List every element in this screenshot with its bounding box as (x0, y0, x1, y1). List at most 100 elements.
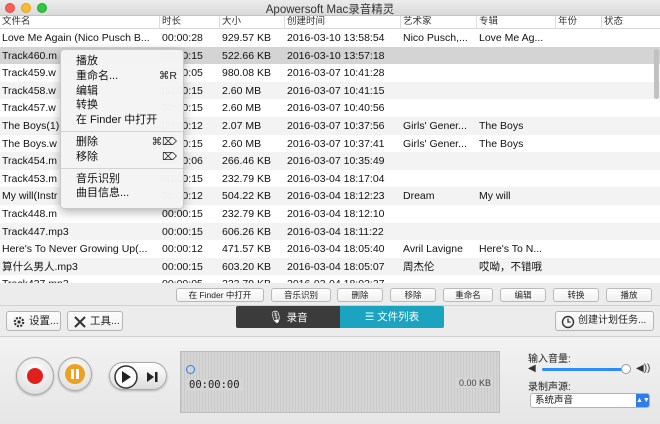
clock-icon (561, 315, 575, 329)
table-cell: 471.57 KB (222, 243, 272, 256)
rename-button[interactable]: 重命名 (443, 288, 493, 302)
table-cell: 2016-03-07 10:35:49 (287, 155, 385, 168)
menu-item-label: 曲目信息... (76, 187, 130, 200)
context-menu-item[interactable]: 播放 (61, 54, 183, 69)
audio-source-select[interactable]: 系统声音 ▲▼ (530, 393, 650, 408)
tools-label: 工具... (90, 315, 120, 327)
table-cell: 2016-03-10 13:58:54 (287, 32, 385, 44)
table-cell: 2016-03-07 10:40:56 (287, 102, 385, 115)
tab-record[interactable]: 🎙 录音 (236, 306, 340, 328)
table-cell: Love Me Again (Nico Pusch B... (2, 32, 150, 44)
column-header-name[interactable]: 文件名 (0, 16, 160, 29)
table-row[interactable]: Love Me Again (Nico Pusch B... 00:00:28 92… (0, 29, 660, 47)
record-icon (27, 368, 43, 384)
column-header-duration[interactable]: 时长 (160, 16, 220, 29)
table-cell: 504.22 KB (222, 190, 272, 203)
table-row[interactable]: Track447.mp3 00:00:15 606.26 KB 2016-03-04 … (0, 222, 660, 241)
context-menu-item[interactable]: 删除 ⌘⌦ (61, 135, 183, 150)
context-menu: 播放 重命名... ⌘R 编辑 转换在 Finder 中打开 删除 ⌘⌦ 移除 ⌦ 音乐识别曲目信… (60, 49, 184, 209)
table-cell: 2016-03-07 10:37:56 (287, 120, 385, 132)
menu-item-label: 音乐识别 (76, 172, 120, 185)
volume-low-icon: ◀ (528, 363, 536, 374)
context-menu-item[interactable]: 重命名... ⌘R (61, 69, 183, 84)
table-cell: 00:00:05 (162, 277, 220, 283)
table-cell: 00:00:28 (162, 32, 203, 44)
table-cell: Track448.m (2, 208, 58, 220)
context-menu-item[interactable]: 音乐识别 (61, 172, 183, 187)
table-cell: 980.08 KB (222, 67, 272, 80)
table-cell: 哎呦，不错哦 (479, 260, 542, 273)
volume-high-icon: ◀)) (636, 363, 651, 374)
tools-button[interactable]: 工具... (67, 311, 123, 331)
volume-slider[interactable] (542, 364, 631, 374)
table-row[interactable]: Track437.mp300:00:05232.79 KB2016-03-04 … (0, 275, 660, 283)
pause-icon (65, 364, 85, 384)
music-recognition-button[interactable]: 音乐识别 (271, 288, 331, 302)
table-cell: 603.20 KB (222, 260, 272, 273)
column-header-created[interactable]: 创建时间 (285, 16, 401, 29)
table-scrollbar[interactable] (652, 29, 660, 283)
table-cell: 2016-03-07 10:37:41 (287, 137, 385, 150)
table-cell: Here's To Never Growing Up(... (2, 243, 148, 256)
table-cell: 522.66 KB (222, 49, 272, 62)
table-cell: 2016-03-04 18:03:37 (287, 277, 399, 283)
column-header-year[interactable]: 年份 (556, 16, 602, 29)
play-skip-control[interactable] (109, 362, 167, 390)
table-cell: 00:00:15 (162, 208, 203, 220)
play-button[interactable]: 播放 (606, 288, 652, 302)
tab-record-label: 录音 (286, 312, 308, 324)
record-button[interactable] (16, 357, 54, 395)
table-cell: 232.79 KB (222, 172, 272, 185)
table-cell: 2.60 MB (222, 137, 262, 150)
schedule-task-button[interactable]: 创建计划任务... (555, 311, 654, 331)
table-header: 文件名 时长 大小 创建时间 艺术家 专辑 年份 状态 (0, 16, 660, 29)
delete-button[interactable]: 删除 (337, 288, 383, 302)
table-row[interactable]: Here's To Never Growing Up(... 00:00:12 47… (0, 240, 660, 258)
table-cell: 2.60 MB (222, 102, 262, 115)
edit-button[interactable]: 编辑 (500, 288, 546, 302)
recorder-panel: 00:00:00 0.00 KB 输入音量: ◀ ◀)) 录制声源: 系统声音 … (0, 336, 660, 424)
column-header-status[interactable]: 状态 (602, 16, 652, 29)
context-menu-item[interactable]: 在 Finder 中打开 (61, 113, 183, 128)
volume-slider-fill (542, 368, 626, 371)
table-cell: 2016-03-04 18:05:40 (287, 243, 385, 256)
play-next-icon (114, 365, 158, 389)
table-cell: Track437.mp3 (2, 277, 159, 283)
column-header-album[interactable]: 专辑 (477, 16, 556, 29)
scrollbar-thumb[interactable] (654, 49, 659, 99)
context-menu-item[interactable]: 曲目信息... (61, 186, 183, 201)
remove-button[interactable]: 移除 (390, 288, 436, 302)
recording-display: 00:00:00 0.00 KB (180, 351, 500, 413)
volume-slider-knob[interactable] (620, 364, 631, 374)
menu-item-shortcut: ⌘R (158, 69, 177, 82)
table-row[interactable]: 算什么男人.mp3 00:00:15 603.20 KB 2016-03-04 18:… (0, 257, 660, 276)
context-menu-item[interactable]: 转换 (61, 98, 183, 113)
table-cell: 232.79 KB (222, 208, 272, 220)
table-cell: Here's To N... (479, 243, 543, 256)
menu-separator (61, 167, 183, 169)
menu-separator (61, 130, 183, 132)
table-cell: 2016-03-04 18:17:04 (287, 172, 385, 185)
table-cell: 00:00:15 (162, 260, 203, 273)
table-cell: The Boys (479, 120, 524, 132)
table-cell: 00:00:12 (162, 243, 203, 256)
settings-button[interactable]: 设置... (6, 311, 61, 331)
context-menu-item[interactable]: 移除 ⌦ (61, 150, 183, 165)
tools-icon (74, 316, 86, 328)
column-header-size[interactable]: 大小 (220, 16, 285, 29)
table-cell: Dream (403, 190, 435, 203)
table-cell: 2.60 MB (222, 84, 262, 97)
view-tabs: 🎙 录音 ☰ 文件列表 (236, 306, 444, 328)
table-cell: Avril Lavigne (403, 243, 463, 256)
microphone-icon: 🎙 (268, 310, 284, 324)
pause-button[interactable] (58, 357, 92, 391)
menu-item-label: 重命名... (76, 69, 119, 82)
table-cell: 2016-03-10 13:57:18 (287, 49, 385, 62)
table-cell: My will (479, 190, 511, 203)
open-in-finder-button[interactable]: 在 Finder 中打开 (176, 288, 264, 302)
tab-file-list[interactable]: ☰ 文件列表 (340, 306, 444, 328)
convert-button[interactable]: 转换 (553, 288, 599, 302)
column-header-artist[interactable]: 艺术家 (401, 16, 477, 29)
menu-item-label: 转换 (76, 99, 98, 112)
context-menu-item[interactable]: 编辑 (61, 84, 183, 99)
